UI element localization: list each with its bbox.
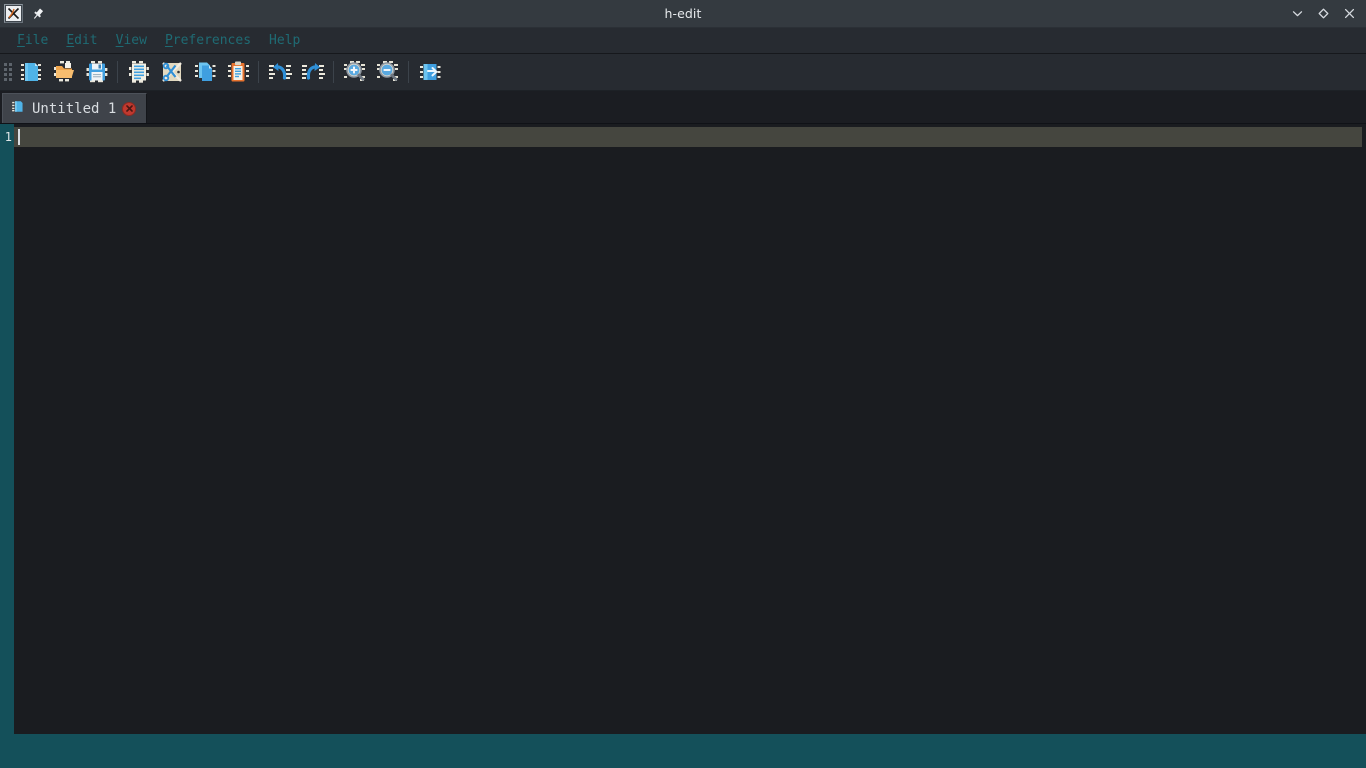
menu-preferences-mnemonic: P — [164, 32, 173, 48]
status-bar — [0, 734, 1366, 768]
menu-view[interactable]: View — [107, 28, 156, 54]
menu-preferences[interactable]: Preferences — [156, 28, 260, 54]
page-arrow-right-icon — [419, 64, 440, 80]
menu-edit[interactable]: Edit — [57, 28, 106, 54]
document-lines-icon — [128, 61, 149, 83]
separator-2 — [258, 61, 259, 83]
menu-view-label: iew — [123, 32, 147, 48]
open-folder-icon — [53, 61, 74, 82]
menu-edit-label: dit — [74, 32, 98, 48]
drag-handle[interactable] — [2, 59, 13, 85]
line-number: 1 — [4, 130, 12, 144]
separator-3 — [333, 61, 334, 83]
title-bar: h-edit — [0, 0, 1366, 28]
h-edit-window: h-edit File Edit View Preferences Help U… — [0, 0, 1366, 768]
toolbar — [0, 54, 1366, 91]
separator-1 — [117, 61, 118, 83]
menu-bar: File Edit View Preferences Help — [0, 28, 1366, 54]
maximize-button[interactable] — [1310, 1, 1336, 27]
menu-edit-mnemonic: E — [66, 32, 75, 48]
select-all-button[interactable] — [122, 57, 155, 88]
pushpin-icon[interactable] — [29, 5, 47, 23]
window-controls — [1284, 1, 1366, 27]
tab-label: Untitled 1 — [32, 100, 117, 117]
magnifier-plus-icon — [343, 61, 365, 81]
redo-button[interactable] — [296, 57, 329, 88]
clipboard-paste-icon — [227, 61, 249, 82]
tab-untitled-1[interactable]: Untitled 1 — [2, 93, 148, 123]
current-line-highlight[interactable] — [14, 127, 1362, 147]
text-cursor — [18, 129, 20, 145]
minimize-button[interactable] — [1284, 1, 1310, 27]
menu-preferences-label: references — [172, 32, 252, 48]
close-button[interactable] — [1336, 1, 1362, 27]
separator-4 — [408, 61, 409, 83]
copy-button[interactable] — [188, 57, 221, 88]
undo-arrow-icon — [268, 63, 292, 80]
menu-help[interactable]: Help — [260, 28, 309, 54]
menu-file-label: ile — [24, 32, 49, 48]
x-logo-icon[interactable] — [4, 4, 23, 23]
title-bar-left-controls — [0, 4, 47, 23]
zoom-in-button[interactable] — [338, 57, 371, 88]
new-file-button[interactable] — [14, 57, 47, 88]
tab-close-icon[interactable] — [122, 101, 137, 116]
tab-bar: Untitled 1 — [0, 91, 1366, 123]
menu-file-mnemonic: F — [17, 32, 25, 48]
floppy-disk-save-icon — [86, 61, 107, 83]
window-title: h-edit — [664, 6, 702, 21]
text-editor[interactable] — [14, 124, 1366, 734]
scissors-cut-icon — [161, 62, 182, 82]
new-document-icon — [20, 63, 41, 81]
goto-line-button[interactable] — [413, 57, 446, 88]
paste-button[interactable] — [221, 57, 254, 88]
undo-button[interactable] — [263, 57, 296, 88]
redo-arrow-icon — [301, 63, 325, 80]
menu-help-label: Help — [269, 32, 301, 48]
zoom-out-button[interactable] — [371, 57, 404, 88]
copy-documents-icon — [194, 62, 215, 81]
line-number-gutter: 1 — [0, 124, 14, 734]
save-file-button[interactable] — [80, 57, 113, 88]
cut-button[interactable] — [155, 57, 188, 88]
editor-area: 1 — [0, 123, 1366, 734]
open-file-button[interactable] — [47, 57, 80, 88]
menu-file[interactable]: File — [8, 28, 57, 54]
magnifier-minus-icon — [376, 61, 398, 81]
file-tab-icon — [11, 99, 26, 118]
